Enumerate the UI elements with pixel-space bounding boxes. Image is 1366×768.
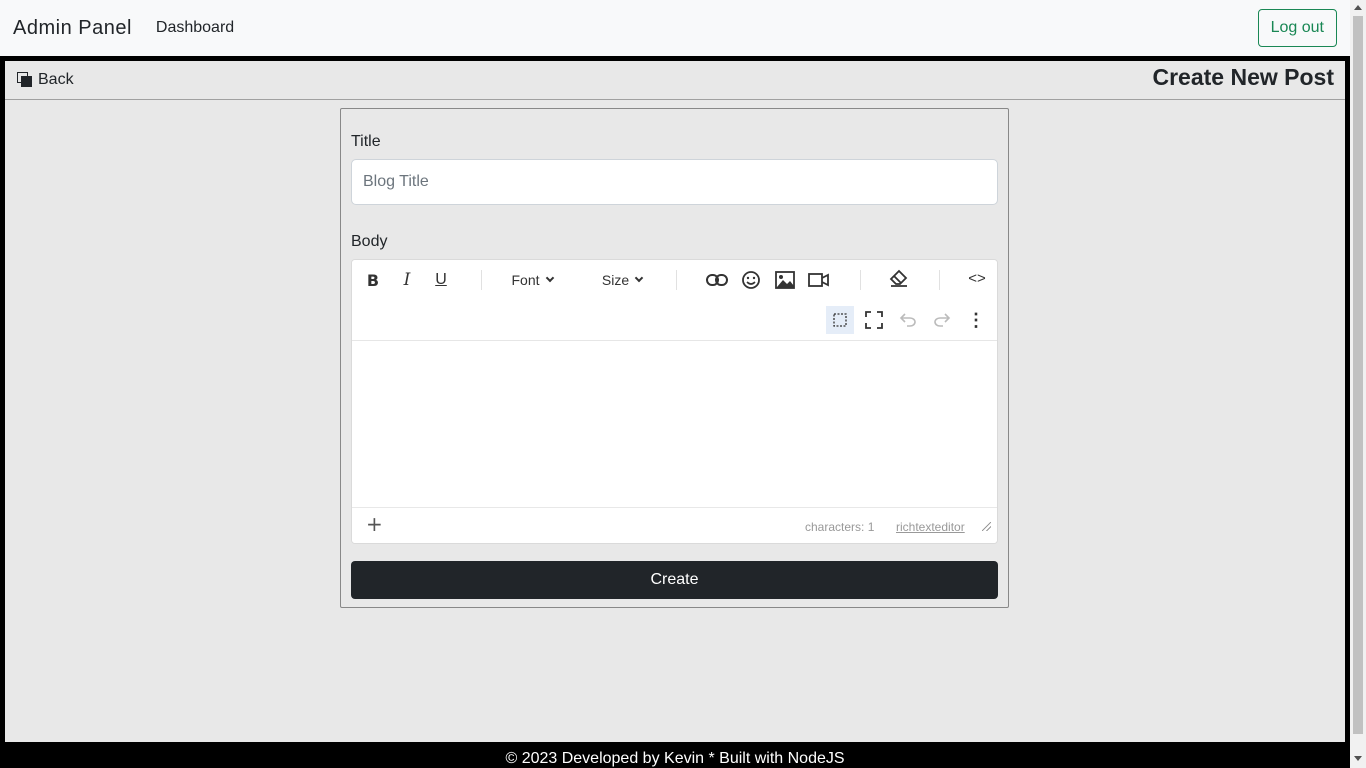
font-dropdown[interactable]: Font	[502, 266, 562, 294]
vertical-scrollbar[interactable]	[1350, 0, 1366, 768]
font-dropdown-label: Font	[511, 272, 540, 288]
eraser-icon[interactable]	[886, 264, 912, 292]
scroll-thumb[interactable]	[1353, 16, 1363, 734]
chevron-down-icon	[634, 273, 644, 283]
code-icon[interactable]: <>	[964, 264, 990, 292]
title-input[interactable]	[351, 159, 998, 205]
add-block-icon[interactable]: +	[366, 512, 383, 536]
video-icon[interactable]	[806, 266, 832, 294]
image-icon[interactable]	[772, 266, 798, 294]
toolbar-divider	[860, 270, 861, 290]
rich-text-editor: B I U Font Size <> ⋮ + characters: 1 ric…	[351, 259, 998, 544]
back-label: Back	[38, 71, 74, 88]
editor-status-bar: + characters: 1 richtexteditor	[352, 507, 997, 543]
footer-text: © 2023 Developed by Kevin * Built with N…	[505, 750, 845, 767]
footer: © 2023 Developed by Kevin * Built with N…	[0, 742, 1350, 768]
character-count: characters: 1	[805, 520, 875, 534]
toolbar-divider	[481, 270, 482, 290]
link-icon[interactable]	[704, 266, 730, 294]
editor-toolbar: B I U Font Size <> ⋮	[352, 260, 997, 341]
toolbar-divider	[676, 270, 677, 290]
richtexteditor-link[interactable]: richtexteditor	[896, 520, 965, 534]
top-navbar: Admin Panel Dashboard Log out	[0, 0, 1350, 56]
back-icon	[17, 72, 33, 88]
create-button[interactable]: Create	[351, 561, 998, 599]
main-content: Back Create New Post Title Body B I U Fo…	[5, 61, 1345, 742]
page-title: Create New Post	[1152, 64, 1334, 90]
chevron-down-icon	[545, 273, 554, 283]
brand-logo[interactable]: Admin Panel	[13, 17, 132, 40]
body-label: Body	[351, 233, 388, 250]
bold-icon[interactable]: B	[360, 266, 386, 294]
undo-icon[interactable]	[894, 306, 922, 334]
nav-link-dashboard[interactable]: Dashboard	[156, 19, 234, 37]
resize-handle-icon[interactable]	[982, 522, 991, 531]
more-icon[interactable]: ⋮	[962, 306, 990, 334]
create-post-form: Title Body B I U Font Size	[340, 108, 1009, 608]
logout-button[interactable]: Log out	[1257, 9, 1337, 47]
fullscreen-icon[interactable]	[860, 306, 888, 334]
show-blocks-icon[interactable]	[826, 306, 854, 334]
scroll-down-arrow-icon[interactable]	[1354, 756, 1362, 761]
emoji-icon[interactable]	[738, 266, 764, 294]
size-dropdown[interactable]: Size	[594, 266, 650, 294]
underline-icon[interactable]: U	[428, 266, 454, 294]
italic-icon[interactable]: I	[394, 266, 420, 294]
editor-content-area[interactable]	[352, 341, 997, 507]
toolbar-divider	[939, 270, 940, 290]
back-link[interactable]: Back	[17, 71, 74, 89]
page-header: Back Create New Post	[5, 61, 1345, 100]
redo-icon[interactable]	[928, 306, 956, 334]
scroll-up-arrow-icon[interactable]	[1354, 5, 1362, 10]
title-label: Title	[351, 133, 381, 150]
size-dropdown-label: Size	[601, 272, 630, 288]
